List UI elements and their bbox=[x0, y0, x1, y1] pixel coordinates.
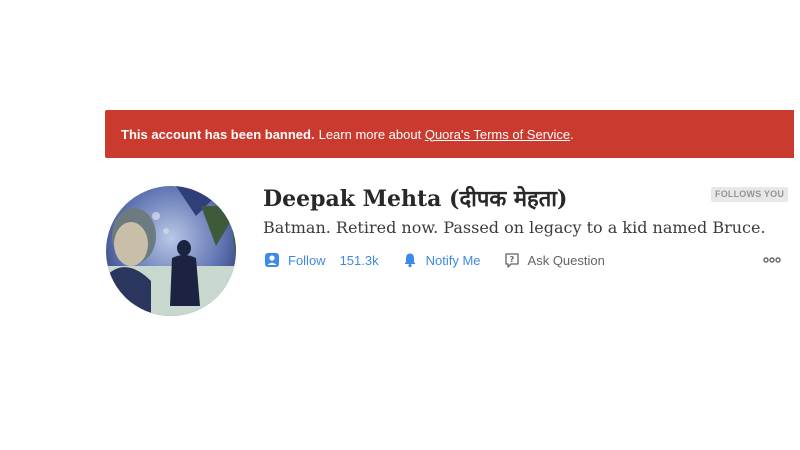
notify-label: Notify Me bbox=[425, 252, 481, 268]
svg-text:?: ? bbox=[509, 255, 514, 264]
ban-banner-text: Learn more about bbox=[318, 126, 422, 142]
notify-me-button[interactable]: Notify Me bbox=[401, 251, 481, 269]
profile-name: Deepak Mehta (दीपक मेहता) bbox=[263, 186, 568, 212]
ban-banner: This account has been banned. Learn more… bbox=[105, 110, 794, 158]
profile-bio: Batman. Retired now. Passed on legacy to… bbox=[263, 218, 766, 237]
follows-you-badge: FOLLOWS YOU bbox=[711, 187, 789, 202]
ban-banner-suffix: . bbox=[570, 126, 574, 142]
follow-button[interactable]: Follow 151.3k bbox=[263, 251, 379, 269]
more-options-icon[interactable] bbox=[762, 252, 782, 268]
profile-page: This account has been banned. Learn more… bbox=[0, 0, 800, 450]
profile-actions: Follow 151.3k Notify Me ? Ask Question bbox=[263, 249, 605, 271]
follow-label: Follow bbox=[288, 252, 326, 268]
follow-user-icon bbox=[263, 251, 281, 269]
terms-of-service-link[interactable]: Quora's Terms of Service bbox=[425, 127, 570, 142]
ask-question-icon: ? bbox=[503, 251, 521, 269]
ask-label: Ask Question bbox=[527, 252, 605, 268]
ask-question-button[interactable]: ? Ask Question bbox=[503, 251, 605, 269]
bell-icon bbox=[401, 251, 419, 269]
follower-count: 151.3k bbox=[339, 252, 379, 268]
ban-banner-title: This account has been banned. bbox=[121, 126, 315, 142]
avatar[interactable] bbox=[106, 186, 236, 316]
